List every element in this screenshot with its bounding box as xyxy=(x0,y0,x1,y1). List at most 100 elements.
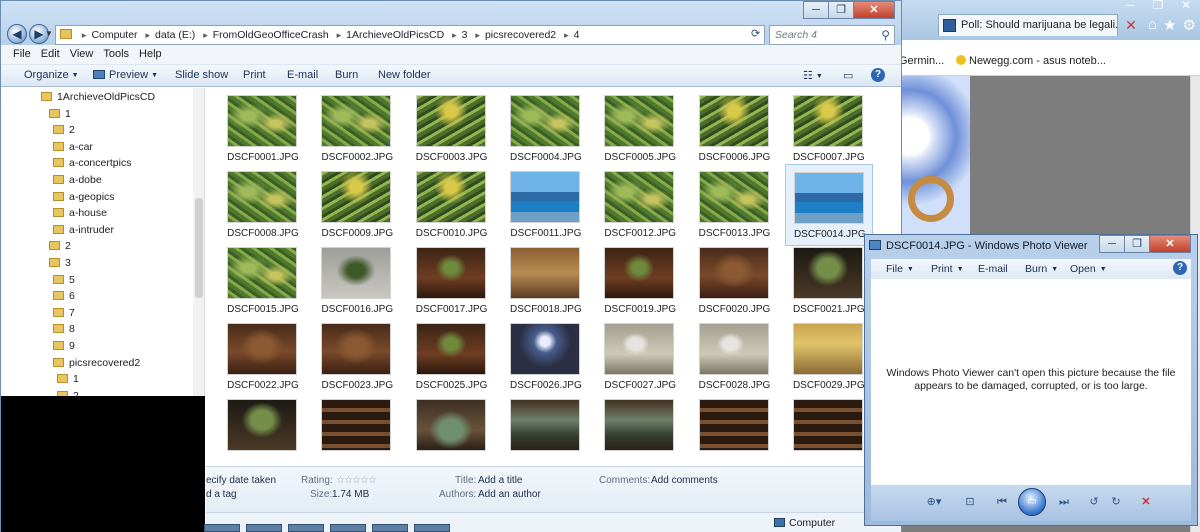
file-thumbnail[interactable]: DSCF0029.JPG xyxy=(785,316,873,398)
title-field[interactable]: Add a title xyxy=(478,475,522,486)
tree-folder[interactable]: 5 xyxy=(53,274,75,290)
breadcrumb-item[interactable]: 3 xyxy=(462,29,468,41)
print-button[interactable]: Print xyxy=(243,69,266,81)
taskbar-button[interactable] xyxy=(414,524,450,532)
file-thumbnail[interactable]: DSCF0003.JPG xyxy=(408,88,496,170)
file-thumbnail[interactable]: DSCF0004.JPG xyxy=(502,88,590,170)
tags-field[interactable]: d a tag xyxy=(206,489,237,500)
tree-folder[interactable]: 8 xyxy=(53,323,75,339)
tree-folder[interactable]: a-house xyxy=(53,207,107,223)
file-thumbnail[interactable] xyxy=(219,392,307,466)
view-options-icon[interactable]: ☷ ▼ xyxy=(803,69,823,82)
file-thumbnail[interactable]: DSCF0028.JPG xyxy=(691,316,779,398)
browser-tab[interactable]: Poll: Should marijuana be legali... xyxy=(938,14,1118,36)
maximize-icon[interactable]: ❐ xyxy=(1144,0,1172,12)
preview-button[interactable]: Preview ▼ xyxy=(93,69,158,81)
file-thumbnail[interactable]: DSCF0017.JPG xyxy=(408,240,496,322)
authors-field[interactable]: Add an author xyxy=(478,489,541,500)
tree-folder[interactable]: 1 xyxy=(57,373,79,389)
tree-folder[interactable]: 9 xyxy=(53,340,75,356)
address-bar[interactable]: ▸ Computer ▸ data (E:) ▸ FromOldGeoOfficeCr… xyxy=(55,25,765,45)
menu-help[interactable]: Help xyxy=(139,48,162,64)
file-thumbnail[interactable]: DSCF0010.JPG xyxy=(408,164,496,246)
minimize-button[interactable]: ─ xyxy=(803,1,829,19)
breadcrumb-item[interactable]: picsrecovered2 xyxy=(485,29,556,41)
refresh-icon[interactable]: ⟳ xyxy=(751,27,760,40)
close-icon[interactable]: ✕ xyxy=(1172,0,1200,12)
file-thumbnail[interactable]: DSCF0023.JPG xyxy=(313,316,401,398)
file-thumbnail[interactable]: DSCF0012.JPG xyxy=(596,164,684,246)
file-thumbnail[interactable]: DSCF0019.JPG xyxy=(596,240,684,322)
help-icon[interactable]: ? xyxy=(1173,261,1187,275)
file-thumbnail[interactable]: DSCF0014.JPG xyxy=(784,164,873,246)
home-icon[interactable]: ⌂ xyxy=(1148,16,1157,34)
file-thumbnail[interactable]: DSCF0020.JPG xyxy=(691,240,779,322)
taskbar-button[interactable] xyxy=(330,524,366,532)
file-thumbnail[interactable]: DSCF0001.JPG xyxy=(219,88,307,170)
tree-folder[interactable]: 1 xyxy=(49,108,71,124)
rotate-right-icon[interactable]: ↻ xyxy=(1107,495,1125,509)
star-icon[interactable]: ★ xyxy=(1163,16,1176,34)
email-button[interactable]: E-mail xyxy=(287,69,318,81)
file-thumbnail[interactable] xyxy=(313,392,401,466)
file-thumbnail[interactable]: DSCF0016.JPG xyxy=(313,240,401,322)
minimize-button[interactable]: ─ xyxy=(1099,235,1125,253)
zoom-icon[interactable]: ⊕▾ xyxy=(925,495,943,509)
tab-close-icon[interactable]: ✕ xyxy=(1122,16,1140,34)
date-taken-field[interactable]: ecify date taken xyxy=(206,475,276,486)
previous-icon[interactable]: ⏮ xyxy=(993,495,1011,509)
tree-folder[interactable]: a-dobe xyxy=(53,174,102,190)
file-thumbnail[interactable]: DSCF0025.JPG xyxy=(408,316,496,398)
breadcrumb-item[interactable]: data (E:) xyxy=(155,29,195,41)
file-thumbnail[interactable]: DSCF0009.JPG xyxy=(313,164,401,246)
maximize-button[interactable]: ❐ xyxy=(828,1,854,19)
file-thumbnail[interactable]: DSCF0007.JPG xyxy=(785,88,873,170)
file-thumbnail[interactable]: DSCF0008.JPG xyxy=(219,164,307,246)
viewer-open-menu[interactable]: Open ▼ xyxy=(1070,263,1107,275)
rotate-left-icon[interactable]: ↺ xyxy=(1085,495,1103,509)
tree-folder[interactable]: 6 xyxy=(53,290,75,306)
breadcrumb-item[interactable]: 4 xyxy=(574,29,580,41)
tree-folder[interactable]: a-geopics xyxy=(53,191,115,207)
file-thumbnail[interactable]: DSCF0022.JPG xyxy=(219,316,307,398)
file-thumbnail[interactable] xyxy=(502,392,590,466)
menu-view[interactable]: View xyxy=(70,48,94,64)
tree-folder[interactable]: 7 xyxy=(53,307,75,323)
search-input[interactable]: Search 4 ⚲ xyxy=(769,25,895,45)
file-thumbnail[interactable] xyxy=(408,392,496,466)
file-thumbnail[interactable]: DSCF0002.JPG xyxy=(313,88,401,170)
taskbar-button[interactable] xyxy=(204,524,240,532)
file-thumbnail[interactable]: DSCF0005.JPG xyxy=(596,88,684,170)
file-thumbnail[interactable]: DSCF0013.JPG xyxy=(691,164,779,246)
tree-folder[interactable]: picsrecovered2 xyxy=(53,357,140,373)
maximize-button[interactable]: ❐ xyxy=(1124,235,1150,253)
file-thumbnail[interactable] xyxy=(691,392,779,466)
file-thumbnail[interactable]: DSCF0021.JPG xyxy=(785,240,873,322)
file-thumbnail[interactable]: DSCF0018.JPG xyxy=(502,240,590,322)
preview-pane-icon[interactable]: ▭ xyxy=(843,69,853,82)
viewer-print-menu[interactable]: Print ▼ xyxy=(931,263,964,275)
menu-file[interactable]: File xyxy=(13,48,31,64)
file-thumbnail[interactable]: DSCF0026.JPG xyxy=(502,316,590,398)
slideshow-button[interactable]: Slide show xyxy=(175,69,228,81)
help-icon[interactable]: ? xyxy=(871,68,885,82)
burn-button[interactable]: Burn xyxy=(335,69,358,81)
tree-folder[interactable]: 2 xyxy=(49,240,71,256)
taskbar-button[interactable] xyxy=(372,524,408,532)
taskbar-button[interactable] xyxy=(288,524,324,532)
tree-folder[interactable]: 3 xyxy=(49,257,71,273)
file-thumbnail[interactable]: DSCF0027.JPG xyxy=(596,316,684,398)
viewer-burn-menu[interactable]: Burn ▼ xyxy=(1025,263,1058,275)
tree-folder[interactable]: 1ArchieveOldPicsCD xyxy=(41,91,155,107)
taskbar-button[interactable] xyxy=(246,524,282,532)
back-icon[interactable]: ◀ xyxy=(7,24,27,44)
next-icon[interactable]: ⏭ xyxy=(1055,495,1073,509)
tree-folder[interactable]: 2 xyxy=(53,124,75,140)
file-thumbnail[interactable]: DSCF0006.JPG xyxy=(691,88,779,170)
file-thumbnail[interactable]: DSCF0015.JPG xyxy=(219,240,307,322)
menu-tools[interactable]: Tools xyxy=(103,48,129,64)
rating-stars[interactable]: ☆☆☆☆☆ xyxy=(336,475,377,486)
minimize-icon[interactable]: ─ xyxy=(1116,0,1144,12)
comments-field[interactable]: Add comments xyxy=(651,475,718,486)
gear-icon[interactable]: ⚙ xyxy=(1183,16,1196,34)
